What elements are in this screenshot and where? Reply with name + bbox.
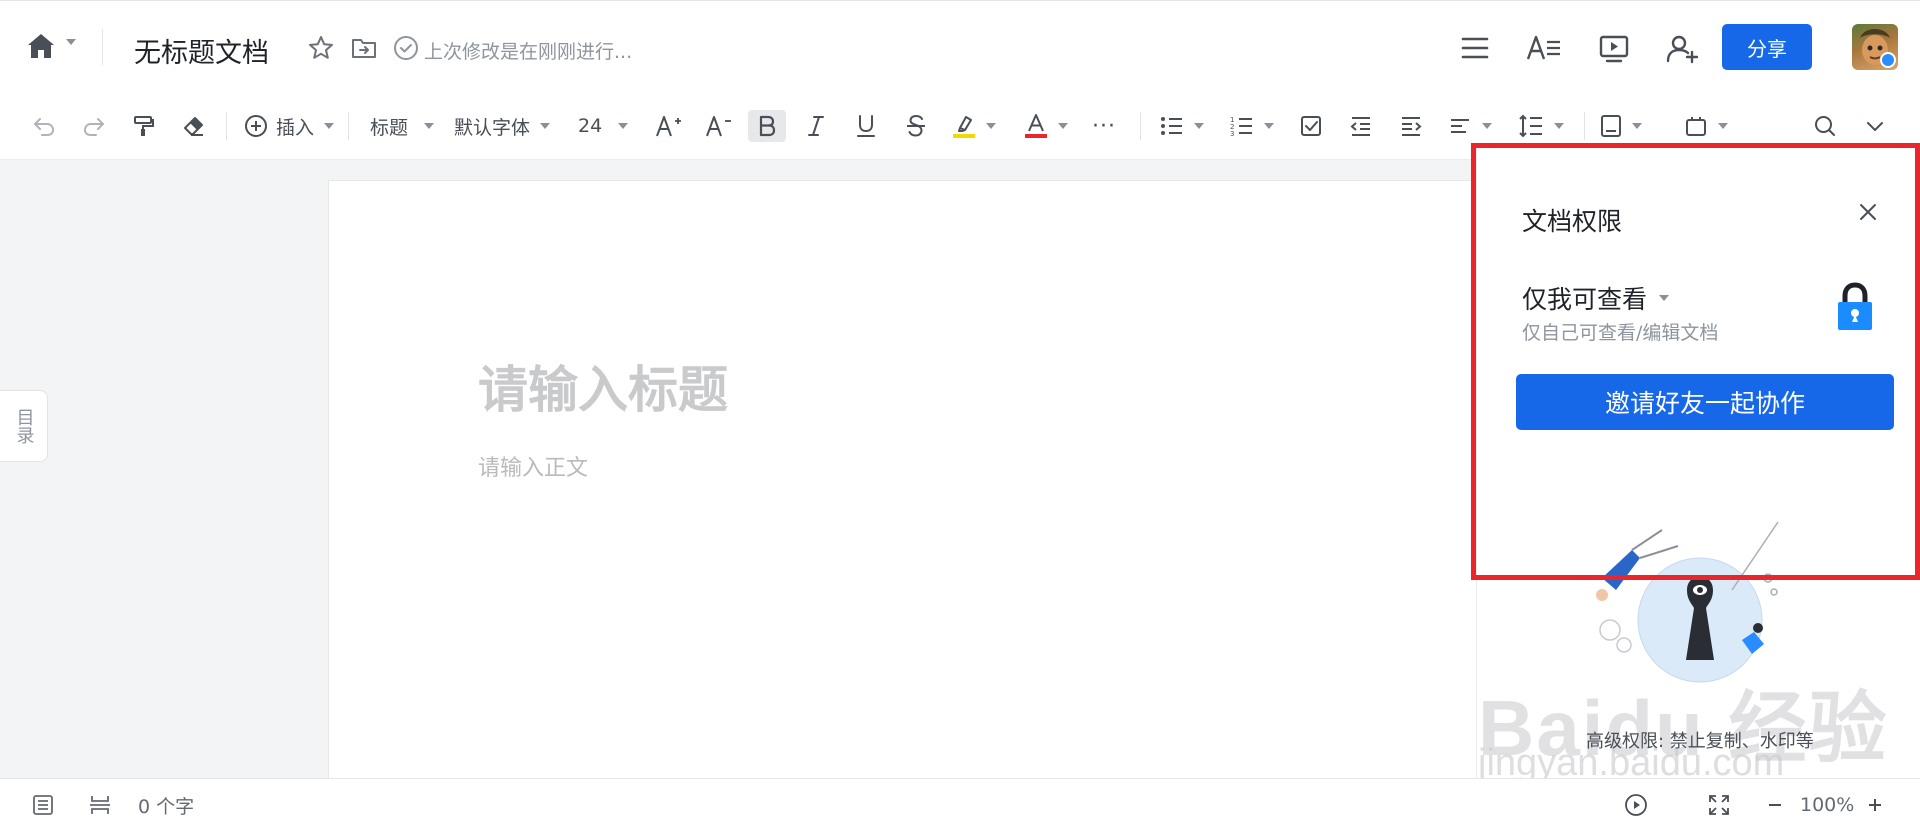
outline-icon[interactable] (32, 793, 54, 817)
page-layout-button[interactable] (1600, 110, 1642, 142)
permission-description: 仅自己可查看/编辑文档 (1522, 322, 1719, 344)
line-spacing-icon (1519, 114, 1542, 138)
zoom-in-icon[interactable] (1866, 793, 1884, 817)
bullet-list-icon (1161, 117, 1182, 135)
decrease-font-icon[interactable] (704, 110, 734, 142)
permission-level-value: 仅我可查看 (1522, 285, 1648, 314)
zoom-out-icon[interactable] (1766, 793, 1784, 817)
bold-button[interactable] (748, 110, 786, 142)
divider (102, 29, 103, 65)
plugin-icon (1686, 117, 1706, 136)
eraser-icon[interactable] (180, 110, 208, 142)
collapse-toolbar-icon[interactable] (1862, 110, 1888, 142)
more-formats-button[interactable]: ··· (1092, 110, 1116, 142)
chevron-down-icon (1482, 123, 1492, 129)
text-format-icon[interactable] (1526, 34, 1562, 62)
align-button[interactable] (1448, 110, 1492, 142)
insert-button[interactable]: 插入 (244, 110, 335, 142)
highlight-color-button[interactable] (952, 110, 996, 142)
paragraph-style-value: 标题 (370, 116, 409, 139)
avatar-status-badge (1880, 52, 1896, 68)
chevron-down-icon (1718, 123, 1728, 129)
add-collaborator-icon[interactable] (1666, 34, 1700, 64)
insert-label: 插入 (276, 116, 315, 139)
advanced-permission-text[interactable]: 高级权限: 禁止复制、水印等 (1586, 727, 1814, 753)
document-title[interactable]: 无标题文档 (134, 31, 269, 70)
toc-tab[interactable]: 目录 (0, 390, 48, 462)
redo-icon[interactable] (80, 110, 108, 142)
paragraph-style-select[interactable]: 标题 (370, 110, 435, 142)
chevron-down-icon (324, 123, 335, 129)
fullscreen-icon[interactable] (1708, 793, 1730, 817)
strikethrough-button[interactable] (902, 110, 930, 142)
font-color-icon (1025, 114, 1047, 138)
chevron-down-icon (986, 123, 996, 129)
font-size-value: 24 (578, 115, 603, 137)
increase-font-icon[interactable] (654, 110, 684, 142)
font-size-select[interactable]: 24 (578, 110, 629, 142)
bullet-list-button[interactable] (1160, 110, 1204, 142)
chevron-down-icon (1194, 123, 1204, 129)
status-bar: 0 个字 100% (0, 778, 1920, 829)
undo-icon[interactable] (30, 110, 58, 142)
home-icon[interactable] (26, 31, 56, 61)
chevron-down-icon (1264, 123, 1274, 129)
italic-button[interactable] (802, 110, 830, 142)
play-icon[interactable] (1624, 793, 1648, 817)
align-left-icon (1451, 119, 1469, 133)
svg-text:3: 3 (1230, 130, 1234, 137)
highlighter-icon (953, 116, 975, 138)
top-header: 无标题文档 上次修改是在刚刚进行... 分享 (0, 0, 1920, 92)
toc-label: 目录 (13, 408, 35, 444)
divider (1140, 112, 1141, 140)
page-break-icon[interactable] (88, 793, 112, 817)
body-placeholder[interactable]: 请输入正文 (478, 450, 588, 482)
chevron-down-icon (1554, 123, 1564, 129)
star-icon[interactable] (307, 34, 335, 62)
search-icon[interactable] (1812, 110, 1838, 142)
zoom-level[interactable]: 100% (1800, 793, 1854, 817)
permission-level-select[interactable]: 仅我可查看 (1522, 280, 1670, 316)
font-family-select[interactable]: 默认字体 (454, 110, 551, 142)
present-icon[interactable] (1598, 34, 1630, 63)
outdent-icon[interactable] (1348, 110, 1374, 142)
move-to-folder-icon[interactable] (350, 34, 378, 62)
close-icon[interactable] (1854, 198, 1882, 226)
saved-status: 上次修改是在刚刚进行... (424, 41, 633, 63)
title-placeholder[interactable]: 请输入标题 (478, 350, 728, 422)
font-family-value: 默认字体 (454, 116, 531, 139)
add-circle-icon (245, 115, 267, 137)
chevron-down-icon (618, 123, 629, 129)
saved-check-icon (392, 34, 420, 62)
underline-button[interactable] (852, 110, 880, 142)
checklist-icon[interactable] (1298, 110, 1324, 142)
more-label: ··· (1092, 113, 1116, 139)
menu-icon[interactable] (1460, 34, 1489, 62)
share-button[interactable]: 分享 (1722, 24, 1812, 70)
chevron-down-icon (424, 123, 435, 129)
font-color-button[interactable] (1024, 110, 1068, 142)
numbered-list-icon: 123 (1230, 116, 1252, 137)
numbered-list-button[interactable]: 123 (1230, 110, 1274, 142)
indent-icon[interactable] (1398, 110, 1424, 142)
plugin-button[interactable] (1684, 110, 1728, 142)
invite-collaborators-button[interactable]: 邀请好友一起协作 (1516, 374, 1894, 430)
divider (348, 112, 349, 140)
chevron-down-icon (1058, 123, 1068, 129)
chevron-down-icon (1632, 123, 1642, 129)
divider (1584, 112, 1585, 140)
page-icon (1601, 115, 1621, 137)
chevron-down-icon (540, 123, 551, 129)
line-spacing-button[interactable] (1518, 110, 1564, 142)
avatar[interactable] (1852, 24, 1898, 70)
chevron-down-icon (1659, 295, 1670, 301)
word-count: 0 个字 (138, 795, 195, 818)
format-painter-icon[interactable] (130, 110, 158, 142)
home-dropdown-caret[interactable] (66, 39, 76, 45)
lock-icon (1836, 282, 1874, 332)
divider (226, 112, 227, 140)
panel-title: 文档权限 (1522, 207, 1623, 236)
